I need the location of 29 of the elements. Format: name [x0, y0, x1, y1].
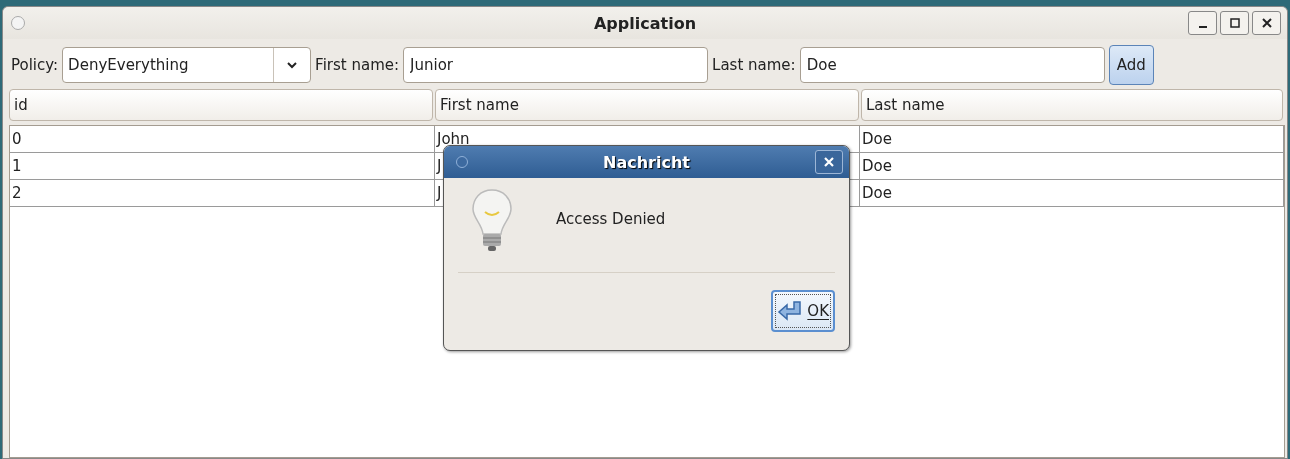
maximize-icon — [1229, 18, 1240, 28]
policy-dropdown[interactable]: DenyEverything — [62, 47, 312, 83]
dialog-title: Nachricht — [603, 152, 690, 172]
lightbulb-icon — [470, 188, 514, 254]
add-button[interactable]: Add — [1108, 45, 1154, 85]
window-title: Application — [593, 13, 697, 33]
chevron-down-icon — [287, 61, 298, 69]
table-cell: Doe — [860, 153, 1284, 179]
minimize-button[interactable] — [1188, 11, 1217, 35]
column-header[interactable]: id — [9, 89, 433, 121]
column-header[interactable]: First name — [435, 89, 859, 121]
ok-button[interactable]: OK — [771, 290, 835, 332]
table-cell: Doe — [860, 180, 1284, 206]
last-name-field[interactable]: Doe — [799, 47, 1105, 83]
table-cell: 1 — [10, 153, 435, 179]
close-icon — [1261, 18, 1272, 28]
maximize-button[interactable] — [1220, 11, 1249, 35]
first-name-label: First name: — [315, 56, 400, 74]
table-cell: 0 — [10, 126, 435, 152]
close-button[interactable] — [1252, 11, 1281, 35]
first-name-field[interactable]: Junior — [403, 47, 709, 83]
table-cell: Doe — [860, 126, 1284, 152]
minimize-icon — [1198, 26, 1207, 28]
dialog-message: Access Denied — [556, 210, 666, 228]
policy-label: Policy: — [11, 56, 59, 74]
column-header[interactable]: Last name — [861, 89, 1283, 121]
table-cell: 2 — [10, 180, 435, 206]
last-name-label: Last name: — [712, 56, 796, 74]
close-icon — [824, 157, 834, 167]
